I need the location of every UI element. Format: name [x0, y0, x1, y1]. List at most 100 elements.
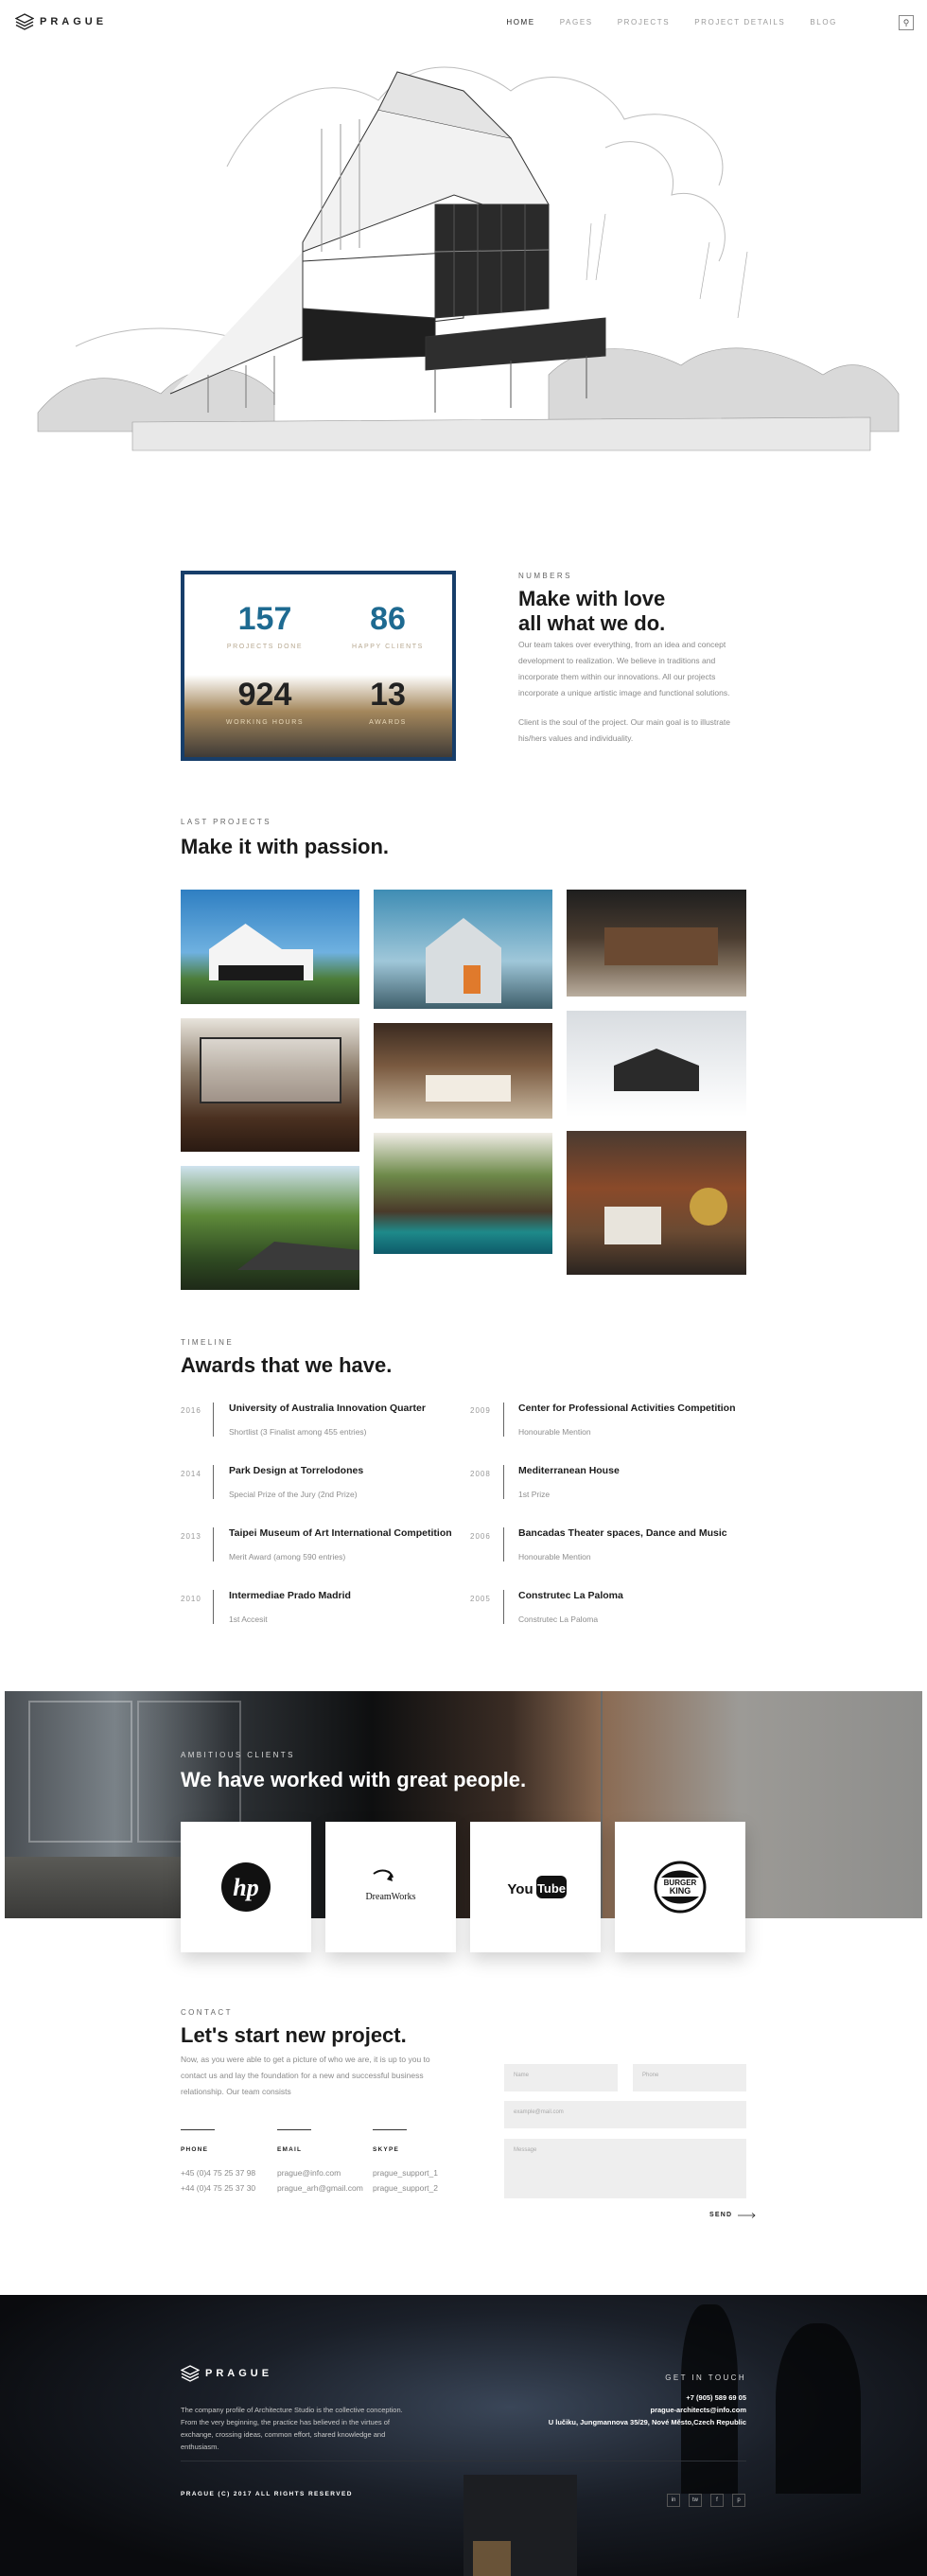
award-year: 2008: [470, 1470, 491, 1478]
award-year: 2013: [181, 1532, 201, 1541]
project-image-5[interactable]: [374, 1023, 552, 1119]
stat-value: 924: [237, 677, 292, 713]
award-divider: [503, 1403, 504, 1437]
award-title: Taipei Museum of Art International Compe…: [229, 1527, 452, 1539]
award-divider: [213, 1465, 214, 1499]
partner-card-burger-king[interactable]: BURGER KING: [615, 1822, 745, 1952]
project-image-8[interactable]: [374, 1133, 552, 1254]
award-divider: [213, 1590, 214, 1624]
partner-card-hp[interactable]: hp: [181, 1822, 311, 1952]
award-subtitle: 1st Accesit: [229, 1614, 268, 1624]
stat-label: AWARDS: [369, 719, 407, 726]
linkedin-icon[interactable]: in: [667, 2494, 680, 2507]
award-divider: [503, 1465, 504, 1499]
numbers-box: 157 PROJECTS DONE 86 HAPPY CLIENTS 924 W…: [181, 571, 456, 761]
award-subtitle: Construtec La Paloma: [518, 1614, 599, 1624]
stat-working-hours: 924 WORKING HOURS: [213, 677, 317, 726]
stat-value: 86: [370, 601, 406, 637]
awards-title: Awards that we have.: [181, 1353, 393, 1377]
arrow-right-icon: [738, 2212, 756, 2218]
project-image-1[interactable]: [181, 890, 359, 1004]
project-image-6[interactable]: [567, 1011, 746, 1117]
brand-logo[interactable]: PRAGUE: [15, 13, 107, 30]
svg-text:hp: hp: [233, 1874, 258, 1901]
stat-projects-done: 157 PROJECTS DONE: [213, 601, 317, 650]
phone-2[interactable]: +44 (0)4 75 25 37 30: [181, 2180, 255, 2196]
footer-about: The company profile of Architecture Stud…: [181, 2406, 403, 2451]
skype-values: prague_support_1 prague_support_2: [373, 2165, 438, 2196]
project-image-4[interactable]: [181, 1018, 359, 1152]
award-subtitle: Honourable Mention: [518, 1427, 591, 1437]
footer-copyright: PRAGUE (C) 2017 ALL RIGHTS RESERVED: [181, 2491, 353, 2497]
stat-value: 157: [237, 601, 292, 637]
email-input[interactable]: example@mail.com: [504, 2101, 746, 2128]
award-title: Park Design at Torrelodones: [229, 1465, 364, 1476]
award-divider: [503, 1527, 504, 1561]
numbers-paragraph-1: Our team takes over everything, from an …: [518, 640, 730, 697]
contact-eyebrow: CONTACT: [181, 2008, 233, 2017]
pinterest-icon[interactable]: p: [732, 2494, 745, 2507]
email-2[interactable]: prague_arh@gmail.com: [277, 2180, 363, 2196]
award-subtitle: Honourable Mention: [518, 1552, 591, 1561]
svg-text:You: You: [507, 1881, 533, 1897]
partners-eyebrow: AMBITIOUS CLIENTS: [181, 1751, 295, 1759]
cube-logo-icon: [181, 2365, 200, 2382]
svg-text:KING: KING: [670, 1886, 691, 1896]
award-divider: [213, 1527, 214, 1561]
nav-home[interactable]: HOME: [506, 18, 534, 26]
project-image-3[interactable]: [567, 890, 746, 997]
footer-brand-name: PRAGUE: [205, 2368, 273, 2379]
nav-pages[interactable]: PAGES: [560, 18, 593, 26]
award-title: Construtec La Paloma: [518, 1590, 623, 1601]
phone-input[interactable]: Phone: [633, 2064, 746, 2091]
award-year: 2009: [470, 1406, 491, 1415]
award-title: University of Australia Innovation Quart…: [229, 1403, 426, 1414]
email-label: EMAIL: [277, 2146, 303, 2153]
footer-email[interactable]: prague-architects@info.com: [651, 2406, 747, 2414]
send-label: SEND: [709, 2212, 733, 2218]
numbers-title: Make with love all what we do.: [518, 587, 665, 636]
stat-label: WORKING HOURS: [225, 719, 305, 726]
nav-blog[interactable]: BLOG: [810, 18, 837, 26]
stat-value: 13: [370, 677, 406, 713]
award-subtitle: 1st Prize: [518, 1490, 551, 1499]
contact-text: Now, as you were able to get a picture o…: [181, 2055, 430, 2096]
award-subtitle: Shortlist (3 Finalist among 455 entries): [229, 1427, 367, 1437]
phone-label: PHONE: [181, 2146, 209, 2153]
twitter-icon[interactable]: tw: [689, 2494, 702, 2507]
facebook-icon[interactable]: f: [710, 2494, 724, 2507]
partners-title: We have worked with great people.: [181, 1768, 527, 1791]
award-year: 2014: [181, 1470, 201, 1478]
award-year: 2010: [181, 1595, 201, 1603]
project-image-9[interactable]: [567, 1131, 746, 1275]
footer-phone[interactable]: +7 (905) 589 69 05: [686, 2393, 746, 2402]
search-toggle-button[interactable]: ⚲: [899, 15, 914, 30]
nav-projects[interactable]: PROJECTS: [618, 18, 670, 26]
nav-project-details[interactable]: PROJECT DETAILS: [694, 18, 785, 26]
skype-1[interactable]: prague_support_1: [373, 2165, 438, 2180]
hero-architecture-sketch: [37, 66, 900, 451]
award-year: 2005: [470, 1595, 491, 1603]
cube-logo-icon: [15, 13, 34, 30]
stat-awards: 13 AWARDS: [336, 677, 440, 726]
project-image-7[interactable]: [181, 1166, 359, 1290]
partner-card-dreamworks[interactable]: DreamWorks: [325, 1822, 456, 1952]
numbers-eyebrow: NUMBERS: [518, 572, 572, 580]
partner-card-youtube[interactable]: You Tube: [470, 1822, 601, 1952]
brand-name: PRAGUE: [40, 16, 108, 27]
send-button[interactable]: SEND: [709, 2212, 757, 2218]
award-divider: [503, 1590, 504, 1624]
hp-logo-icon: hp: [221, 1862, 271, 1912]
contact-title: Let's start new project.: [181, 2023, 407, 2047]
footer-logo[interactable]: PRAGUE: [181, 2365, 272, 2382]
award-title: Center for Professional Activities Compe…: [518, 1403, 736, 1414]
numbers-title-line2: all what we do.: [518, 611, 666, 635]
phone-1[interactable]: +45 (0)4 75 25 37 98: [181, 2165, 255, 2180]
email-1[interactable]: prague@info.com: [277, 2165, 363, 2180]
name-input[interactable]: Name: [504, 2064, 618, 2091]
skype-label: SKYPE: [373, 2146, 400, 2153]
main-nav: HOME PAGES PROJECTS PROJECT DETAILS BLOG: [506, 18, 837, 26]
message-textarea[interactable]: Message: [504, 2139, 746, 2198]
skype-2[interactable]: prague_support_2: [373, 2180, 438, 2196]
project-image-2[interactable]: [374, 890, 552, 1009]
